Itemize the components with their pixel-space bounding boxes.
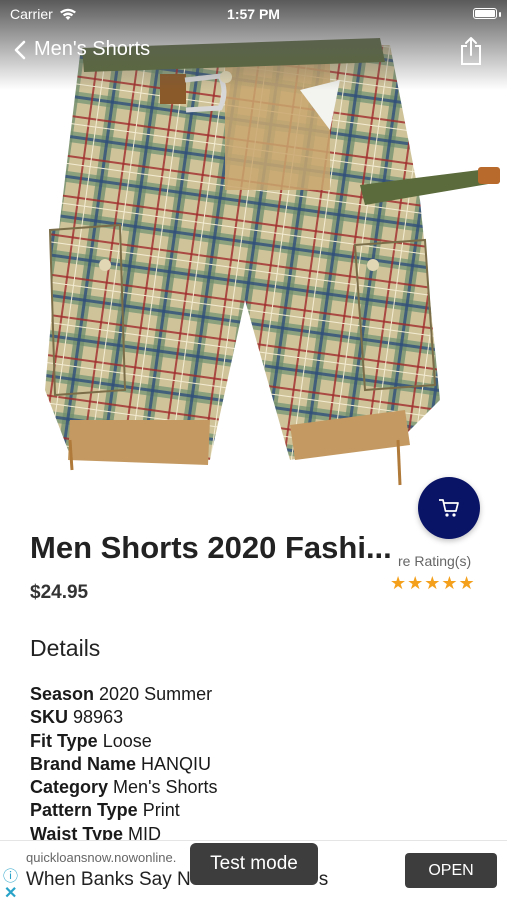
- spec-label: Brand Name: [30, 753, 137, 774]
- ad-headline-text: When Banks Say N: [26, 869, 191, 890]
- spec-label: Pattern Type: [30, 800, 138, 821]
- product-title: Men Shorts 2020 Fashi...: [30, 530, 392, 565]
- ad-open-button[interactable]: OPEN: [405, 853, 497, 888]
- spec-list: Season 2020 Summer SKU 98963 Fit Type Lo…: [30, 683, 218, 846]
- spec-row-fit-type: Fit Type Loose: [30, 730, 218, 753]
- cart-icon: [439, 499, 459, 517]
- chevron-left-icon: [14, 40, 26, 59]
- navigation-bar: Men's Shorts: [0, 30, 507, 74]
- status-bar: Carrier 1:57 PM: [0, 0, 507, 30]
- spec-value: 2020 Summer: [99, 684, 213, 704]
- product-price: $24.95: [30, 582, 89, 603]
- ad-headline-tail: s: [318, 869, 329, 890]
- spec-row-season: Season 2020 Summer: [30, 683, 218, 706]
- ad-close-icon[interactable]: ✕: [4, 883, 17, 903]
- spec-value: HANQIU: [141, 753, 212, 774]
- spec-label: Category: [30, 777, 109, 798]
- test-mode-badge: Test mode: [190, 843, 318, 885]
- spec-row-brand: Brand Name HANQIU: [30, 753, 218, 776]
- spec-row-pattern: Pattern Type Print: [30, 799, 218, 822]
- share-button[interactable]: [459, 36, 483, 71]
- spec-row-category: Category Men's Shorts: [30, 776, 218, 799]
- ad-url: quickloansnow.nowonline.: [26, 850, 177, 865]
- spec-value: Loose: [102, 730, 152, 751]
- spec-row-sku: SKU 98963: [30, 706, 218, 729]
- spec-value: Men's Shorts: [113, 777, 218, 798]
- rating-count: re Rating(s): [398, 553, 472, 569]
- battery-icon: [473, 8, 497, 19]
- status-time: 1:57 PM: [227, 6, 280, 22]
- spec-label: SKU: [30, 707, 69, 728]
- product-image: [0, 0, 507, 500]
- spec-label: Fit Type: [30, 730, 98, 751]
- battery-tip: [499, 12, 501, 17]
- back-button[interactable]: Men's Shorts: [14, 38, 150, 61]
- spec-label: Season: [30, 684, 95, 704]
- details-heading: Details: [30, 635, 101, 661]
- add-to-cart-button[interactable]: [418, 477, 480, 539]
- share-icon: [461, 37, 481, 65]
- spec-value: Print: [142, 800, 180, 821]
- spec-value: 98963: [73, 707, 124, 728]
- rating-stars: ★★★★★: [390, 573, 476, 593]
- nav-title: Men's Shorts: [34, 38, 151, 60]
